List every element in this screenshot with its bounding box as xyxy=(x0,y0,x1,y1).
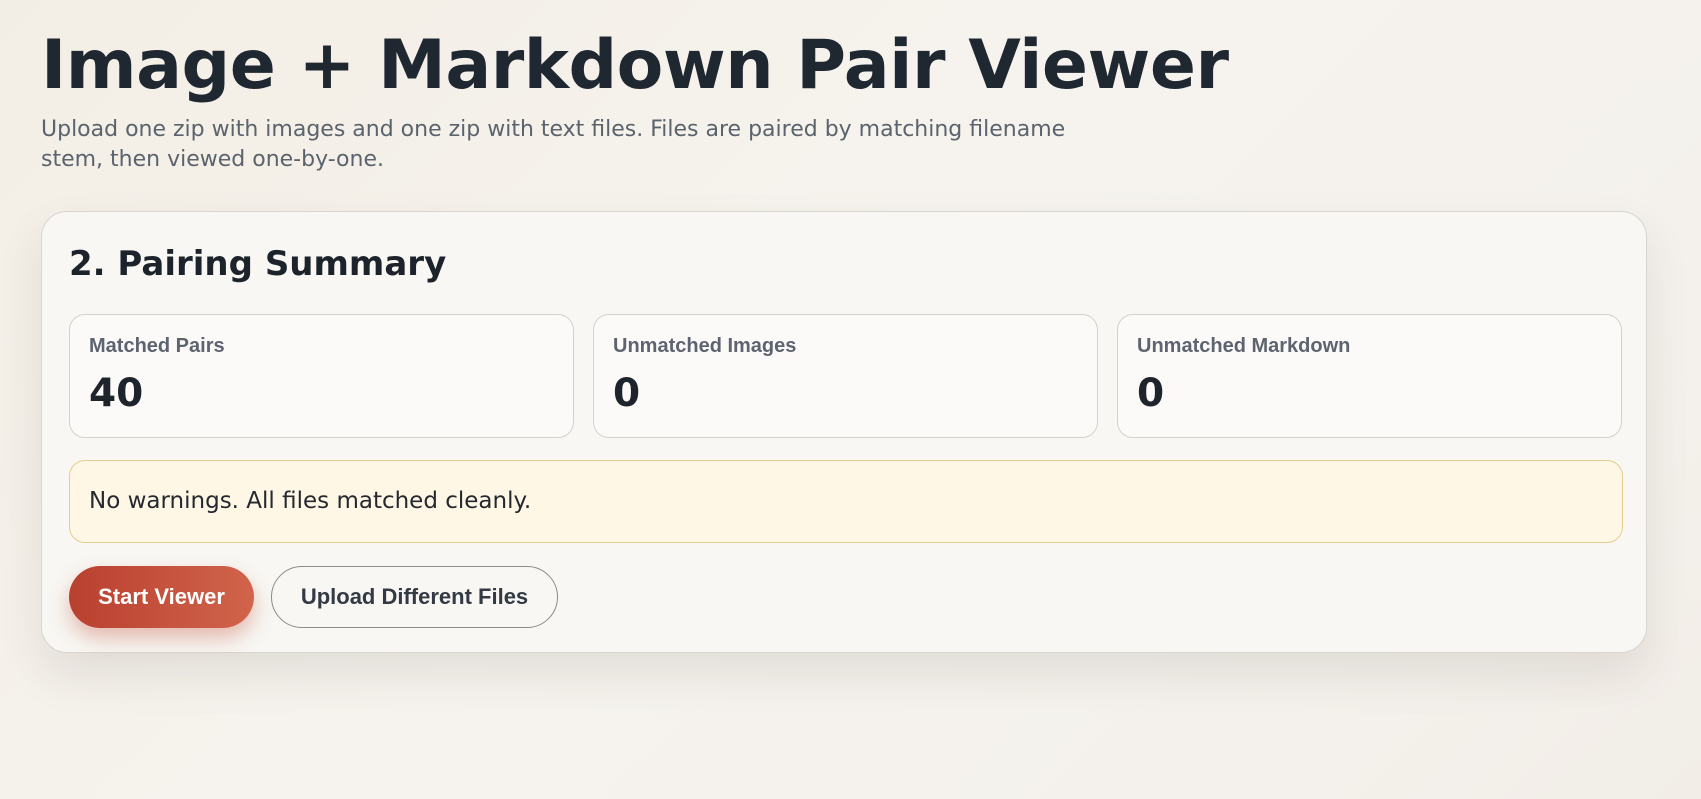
start-viewer-button[interactable]: Start Viewer xyxy=(69,566,254,628)
warnings-notice-text: No warnings. All files matched cleanly. xyxy=(89,488,532,514)
section-title: 2. Pairing Summary xyxy=(69,244,447,284)
stat-value: 40 xyxy=(89,371,144,416)
stat-card-matched-pairs: Matched Pairs 40 xyxy=(69,314,574,438)
stat-card-unmatched-markdown: Unmatched Markdown 0 xyxy=(1117,314,1622,438)
stat-label: Matched Pairs xyxy=(89,335,225,357)
warnings-notice: No warnings. All files matched cleanly. xyxy=(69,460,1623,543)
page-title: Image + Markdown Pair Viewer xyxy=(41,26,1229,105)
stat-value: 0 xyxy=(613,371,641,416)
stat-card-unmatched-images: Unmatched Images 0 xyxy=(593,314,1098,438)
upload-different-files-button[interactable]: Upload Different Files xyxy=(271,566,558,628)
pairing-summary-card: 2. Pairing Summary Matched Pairs 40 Unma… xyxy=(41,211,1647,653)
stat-label: Unmatched Images xyxy=(613,335,797,357)
stat-label: Unmatched Markdown xyxy=(1137,335,1351,357)
stat-value: 0 xyxy=(1137,371,1165,416)
page-subtitle: Upload one zip with images and one zip w… xyxy=(41,117,1066,172)
